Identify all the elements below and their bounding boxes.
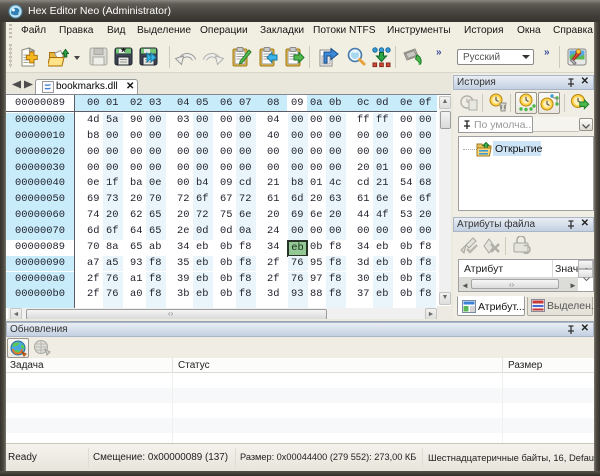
svg-text:*: *	[121, 47, 126, 59]
